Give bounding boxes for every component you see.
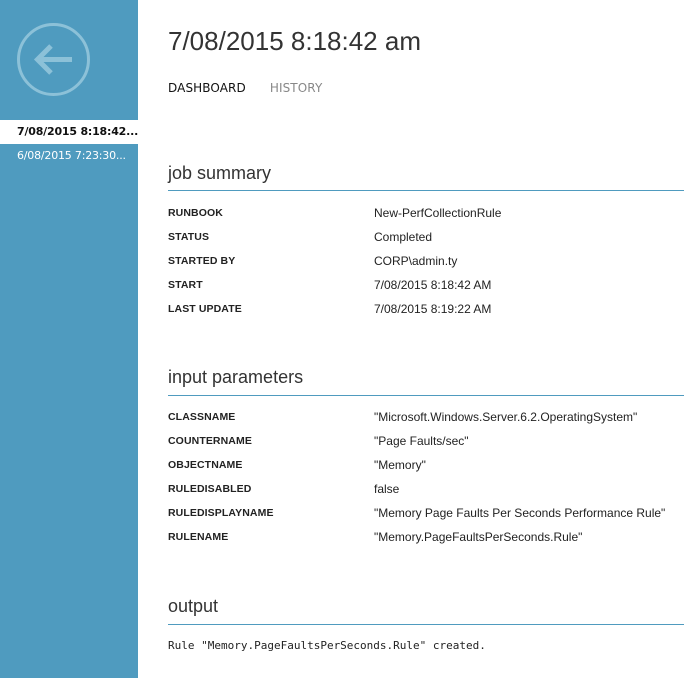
- param-row-ruledisplayname: RULEDISPLAYNAME "Memory Page Faults Per …: [168, 501, 684, 525]
- summary-value: 7/08/2015 8:18:42 AM: [374, 278, 492, 292]
- input-parameters-heading: input parameters: [168, 367, 304, 387]
- summary-key: LAST UPDATE: [168, 303, 242, 315]
- summary-value: 7/08/2015 8:19:22 AM: [374, 302, 492, 316]
- summary-key: START: [168, 279, 203, 291]
- tab-history[interactable]: HISTORY: [270, 81, 323, 95]
- job-summary-heading: job summary: [168, 163, 272, 183]
- tab-dashboard[interactable]: DASHBOARD: [168, 81, 246, 95]
- summary-key: STATUS: [168, 231, 210, 243]
- param-row-classname: CLASSNAME "Microsoft.Windows.Server.6.2.…: [168, 405, 684, 429]
- input-parameters-table: CLASSNAME "Microsoft.Windows.Server.6.2.…: [168, 405, 684, 549]
- summary-key: RUNBOOK: [168, 207, 223, 219]
- output-divider: [168, 624, 684, 625]
- param-key: RULEDISPLAYNAME: [168, 507, 274, 519]
- param-value: "Page Faults/sec": [374, 434, 469, 448]
- param-value: "Memory.PageFaultsPerSeconds.Rule": [374, 530, 583, 544]
- summary-row-status: STATUS Completed: [168, 225, 684, 249]
- job-list: 7/08/2015 8:18:42... 6/08/2015 7:23:30..…: [0, 120, 138, 168]
- sidebar-header: [0, 0, 138, 118]
- job-summary-divider: [168, 190, 684, 191]
- param-value: "Memory": [374, 458, 426, 472]
- summary-value: New-PerfCollectionRule: [374, 206, 502, 220]
- back-button[interactable]: [17, 23, 90, 96]
- summary-value: CORP\admin.ty: [374, 254, 458, 268]
- param-row-rulename: RULENAME "Memory.PageFaultsPerSeconds.Ru…: [168, 525, 684, 549]
- summary-row-start: START 7/08/2015 8:18:42 AM: [168, 273, 684, 297]
- job-summary-table: RUNBOOK New-PerfCollectionRule STATUS Co…: [168, 201, 684, 321]
- summary-row-started-by: STARTED BY CORP\admin.ty: [168, 249, 684, 273]
- param-key: CLASSNAME: [168, 411, 236, 423]
- param-key: COUNTERNAME: [168, 435, 252, 447]
- param-value: false: [374, 482, 400, 496]
- output-text: Rule "Memory.PageFaultsPerSeconds.Rule" …: [168, 639, 486, 652]
- param-key: RULEDISABLED: [168, 483, 252, 495]
- arrow-left-icon: [33, 44, 72, 75]
- page-title: 7/08/2015 8:18:42 am: [168, 26, 421, 56]
- output-heading: output: [168, 596, 219, 616]
- summary-value: Completed: [374, 230, 433, 244]
- summary-key: STARTED BY: [168, 255, 236, 267]
- param-value: "Microsoft.Windows.Server.6.2.OperatingS…: [374, 410, 638, 424]
- param-key: RULENAME: [168, 531, 229, 543]
- param-row-objectname: OBJECTNAME "Memory": [168, 453, 684, 477]
- param-row-countername: COUNTERNAME "Page Faults/sec": [168, 429, 684, 453]
- sidebar: 7/08/2015 8:18:42... 6/08/2015 7:23:30..…: [0, 0, 138, 678]
- summary-row-runbook: RUNBOOK New-PerfCollectionRule: [168, 201, 684, 225]
- tab-bar: DASHBOARD HISTORY: [168, 81, 322, 95]
- job-list-item-selected[interactable]: 7/08/2015 8:18:42...: [0, 120, 138, 144]
- param-key: OBJECTNAME: [168, 459, 243, 471]
- job-list-item[interactable]: 6/08/2015 7:23:30...: [0, 144, 138, 168]
- input-parameters-divider: [168, 395, 684, 396]
- summary-row-last-update: LAST UPDATE 7/08/2015 8:19:22 AM: [168, 297, 684, 321]
- param-row-ruledisabled: RULEDISABLED false: [168, 477, 684, 501]
- param-value: "Memory Page Faults Per Seconds Performa…: [374, 506, 666, 520]
